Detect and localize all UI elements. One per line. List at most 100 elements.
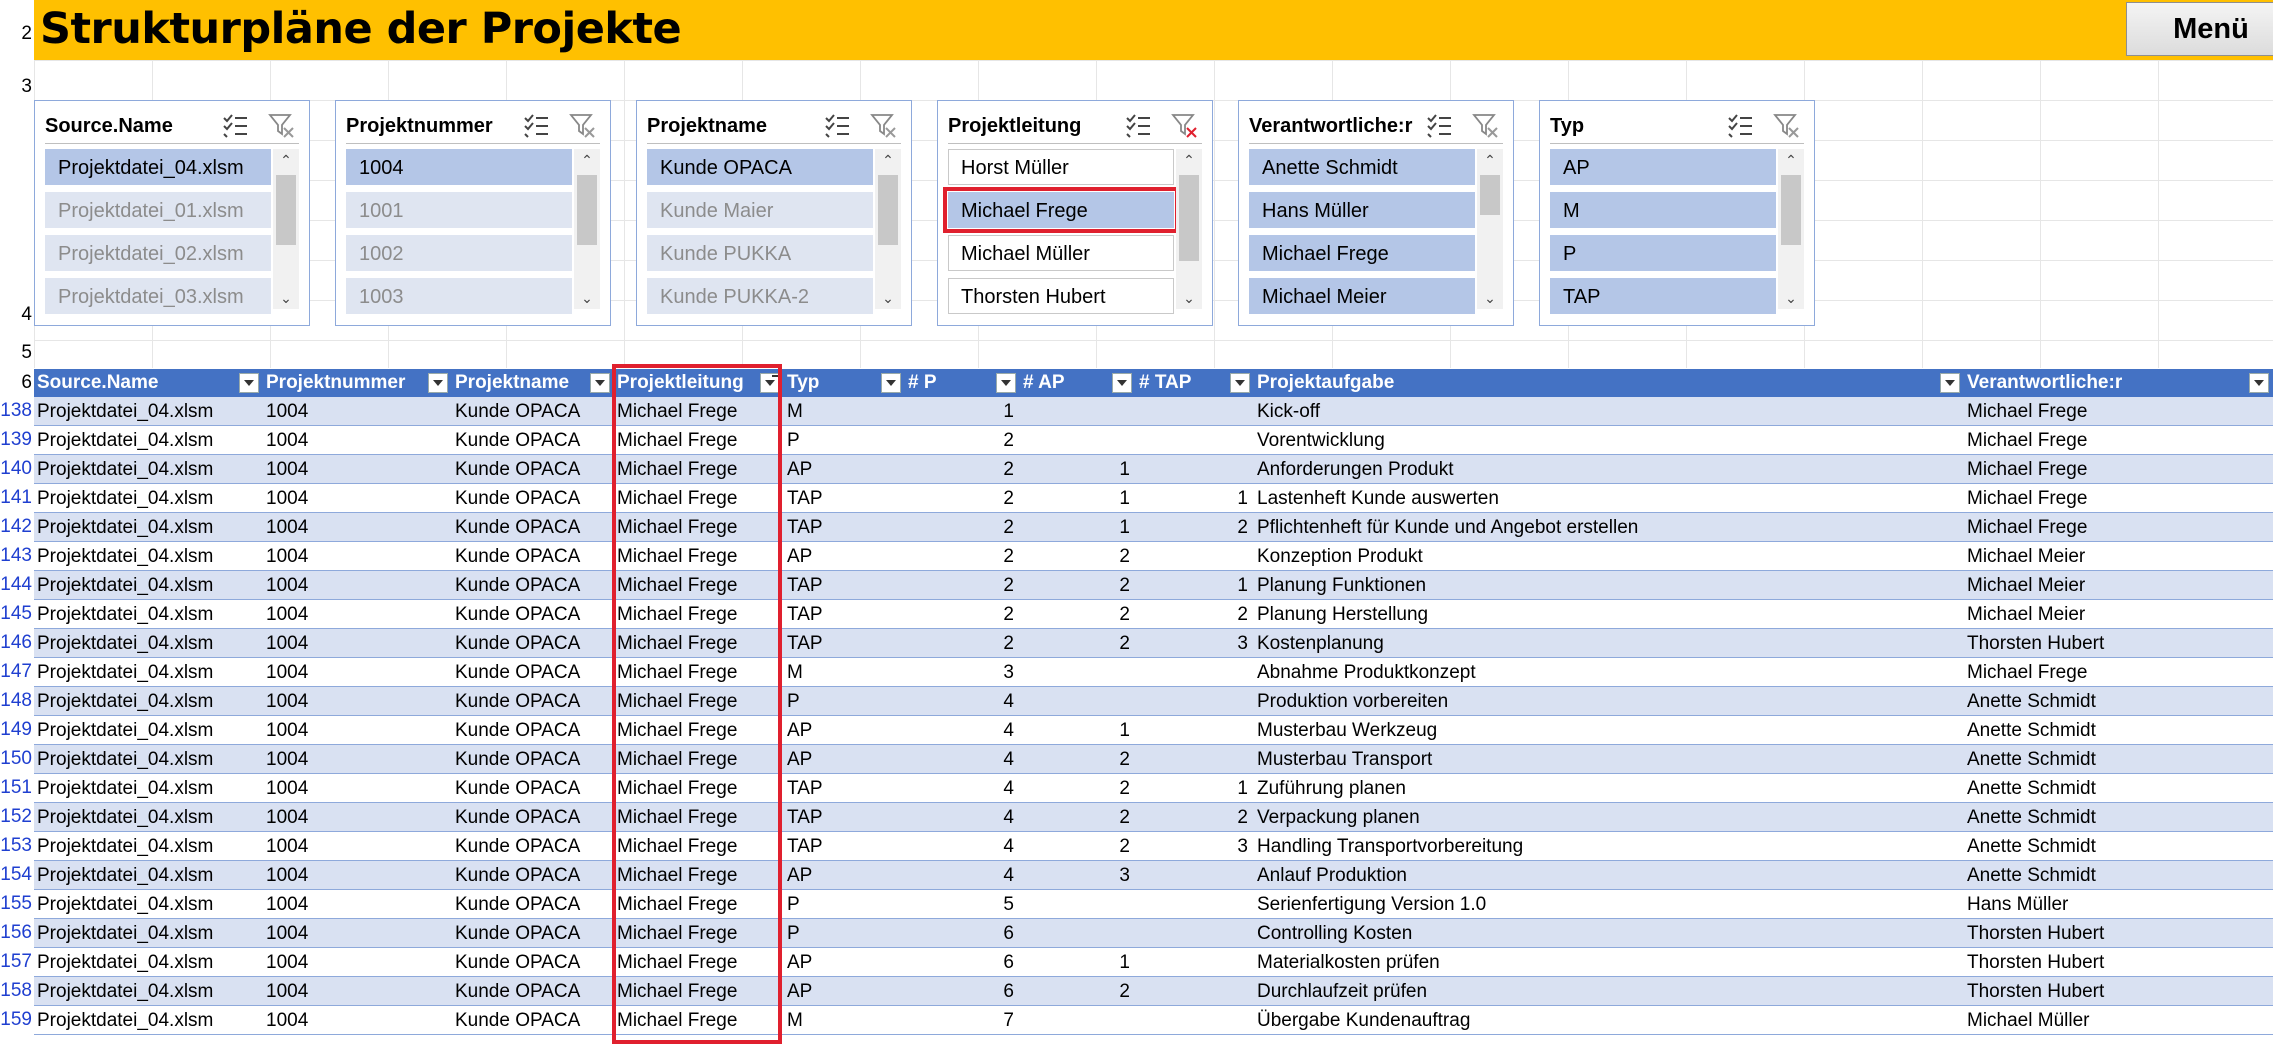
slicer-item[interactable]: Horst Müller xyxy=(948,149,1174,185)
table-cell-p[interactable]: 4 xyxy=(905,832,1020,861)
table-cell-resp[interactable]: Thorsten Hubert xyxy=(1964,977,2273,1006)
table-cell-pl[interactable]: Michael Frege xyxy=(614,687,784,716)
table-cell-src[interactable]: Projektdatei_04.xlsm xyxy=(34,513,263,542)
table-cell-tap[interactable]: 2 xyxy=(1136,513,1254,542)
table-cell-p[interactable]: 4 xyxy=(905,803,1020,832)
table-cell-resp[interactable]: Michael Meier xyxy=(1964,542,2273,571)
slicer-item[interactable]: Michael Frege xyxy=(1249,235,1475,271)
row-number[interactable]: 141 xyxy=(0,487,32,509)
table-cell-task[interactable]: Planung Herstellung xyxy=(1254,600,1964,629)
table-cell-ap[interactable]: 2 xyxy=(1020,832,1136,861)
filter-dropdown-icon[interactable] xyxy=(2249,373,2269,393)
table-row[interactable]: Projektdatei_04.xlsm 1004 Kunde OPACA Micha… xyxy=(34,397,2273,426)
table-cell-nr[interactable]: 1004 xyxy=(263,571,452,600)
scroll-thumb[interactable] xyxy=(577,175,597,245)
filter-dropdown-icon[interactable] xyxy=(428,373,448,393)
slicer-scrollbar[interactable]: ⌃ ⌄ xyxy=(875,149,901,309)
table-cell-src[interactable]: Projektdatei_04.xlsm xyxy=(34,716,263,745)
table-cell-p[interactable]: 6 xyxy=(905,919,1020,948)
row-number[interactable]: 143 xyxy=(0,545,32,567)
row-number[interactable]: 148 xyxy=(0,690,32,712)
scroll-up-icon[interactable]: ⌃ xyxy=(875,149,901,171)
scroll-thumb[interactable] xyxy=(1179,175,1199,261)
table-cell-name[interactable]: Kunde OPACA xyxy=(452,1006,614,1035)
table-cell-name[interactable]: Kunde OPACA xyxy=(452,948,614,977)
slicer-source-name[interactable]: Source.Name Projektdatei_04.xlsm Projektda… xyxy=(34,100,310,326)
table-cell-typ[interactable]: P xyxy=(784,426,905,455)
scroll-down-icon[interactable]: ⌄ xyxy=(1778,287,1804,309)
table-cell-p[interactable]: 2 xyxy=(905,513,1020,542)
table-cell-p[interactable]: 1 xyxy=(905,397,1020,426)
table-cell-nr[interactable]: 1004 xyxy=(263,948,452,977)
table-cell-typ[interactable]: AP xyxy=(784,716,905,745)
table-cell-p[interactable]: 2 xyxy=(905,455,1020,484)
table-cell-nr[interactable]: 1004 xyxy=(263,861,452,890)
table-cell-ap[interactable] xyxy=(1020,687,1136,716)
table-cell-nr[interactable]: 1004 xyxy=(263,629,452,658)
table-cell-name[interactable]: Kunde OPACA xyxy=(452,716,614,745)
table-cell-name[interactable]: Kunde OPACA xyxy=(452,745,614,774)
filter-dropdown-icon[interactable] xyxy=(590,373,610,393)
table-cell-resp[interactable]: Anette Schmidt xyxy=(1964,745,2273,774)
table-cell-src[interactable]: Projektdatei_04.xlsm xyxy=(34,1006,263,1035)
table-cell-resp[interactable]: Hans Müller xyxy=(1964,890,2273,919)
table-cell-name[interactable]: Kunde OPACA xyxy=(452,426,614,455)
slicer-item[interactable]: Thorsten Hubert xyxy=(948,278,1174,314)
row-number[interactable]: 150 xyxy=(0,748,32,770)
table-cell-ap[interactable]: 1 xyxy=(1020,716,1136,745)
table-cell-pl[interactable]: Michael Frege xyxy=(614,571,784,600)
table-cell-tap[interactable] xyxy=(1136,658,1254,687)
table-cell-task[interactable]: Abnahme Produktkonzept xyxy=(1254,658,1964,687)
table-cell-src[interactable]: Projektdatei_04.xlsm xyxy=(34,658,263,687)
table-cell-nr[interactable]: 1004 xyxy=(263,513,452,542)
table-cell-tap[interactable] xyxy=(1136,948,1254,977)
table-cell-tap[interactable] xyxy=(1136,890,1254,919)
slicer-scrollbar[interactable]: ⌃ ⌄ xyxy=(1176,149,1202,309)
table-cell-ap[interactable]: 1 xyxy=(1020,948,1136,977)
multi-select-icon[interactable] xyxy=(1726,111,1754,139)
slicer-item[interactable]: Michael Müller xyxy=(948,235,1174,271)
row-number[interactable]: 151 xyxy=(0,777,32,799)
filter-dropdown-icon[interactable] xyxy=(881,373,901,393)
table-cell-resp[interactable]: Michael Meier xyxy=(1964,600,2273,629)
table-cell-typ[interactable]: TAP xyxy=(784,513,905,542)
table-cell-task[interactable]: Controlling Kosten xyxy=(1254,919,1964,948)
table-cell-pl[interactable]: Michael Frege xyxy=(614,803,784,832)
table-cell-typ[interactable]: AP xyxy=(784,861,905,890)
table-cell-src[interactable]: Projektdatei_04.xlsm xyxy=(34,832,263,861)
slicer-projektnummer[interactable]: Projektnummer 1004 1001 1002 1003 ⌃ ⌄ xyxy=(335,100,611,326)
scroll-down-icon[interactable]: ⌄ xyxy=(574,287,600,309)
table-cell-tap[interactable] xyxy=(1136,687,1254,716)
table-cell-src[interactable]: Projektdatei_04.xlsm xyxy=(34,861,263,890)
table-cell-ap[interactable] xyxy=(1020,919,1136,948)
table-cell-resp[interactable]: Michael Müller xyxy=(1964,1006,2273,1035)
table-cell-p[interactable]: 6 xyxy=(905,977,1020,1006)
table-cell-p[interactable]: 2 xyxy=(905,426,1020,455)
table-cell-pl[interactable]: Michael Frege xyxy=(614,919,784,948)
clear-filter-icon[interactable] xyxy=(267,111,295,139)
table-row[interactable]: Projektdatei_04.xlsm 1004 Kunde OPACA Micha… xyxy=(34,745,2273,774)
table-cell-ap[interactable] xyxy=(1020,426,1136,455)
table-cell-resp[interactable]: Anette Schmidt xyxy=(1964,716,2273,745)
filter-dropdown-icon[interactable] xyxy=(1230,373,1250,393)
table-row[interactable]: Projektdatei_04.xlsm 1004 Kunde OPACA Micha… xyxy=(34,426,2273,455)
table-cell-src[interactable]: Projektdatei_04.xlsm xyxy=(34,919,263,948)
row-number[interactable]: 156 xyxy=(0,922,32,944)
table-cell-name[interactable]: Kunde OPACA xyxy=(452,890,614,919)
table-cell-pl[interactable]: Michael Frege xyxy=(614,745,784,774)
slicer-item[interactable]: 1003 xyxy=(346,278,572,314)
table-cell-typ[interactable]: AP xyxy=(784,455,905,484)
table-cell-ap[interactable]: 1 xyxy=(1020,513,1136,542)
table-cell-p[interactable]: 2 xyxy=(905,600,1020,629)
scroll-up-icon[interactable]: ⌃ xyxy=(1477,149,1503,171)
table-cell-src[interactable]: Projektdatei_04.xlsm xyxy=(34,600,263,629)
table-cell-typ[interactable]: P xyxy=(784,687,905,716)
table-cell-name[interactable]: Kunde OPACA xyxy=(452,629,614,658)
table-cell-task[interactable]: Kostenplanung xyxy=(1254,629,1964,658)
table-cell-p[interactable]: 2 xyxy=(905,571,1020,600)
table-cell-resp[interactable]: Thorsten Hubert xyxy=(1964,919,2273,948)
table-cell-src[interactable]: Projektdatei_04.xlsm xyxy=(34,687,263,716)
table-cell-pl[interactable]: Michael Frege xyxy=(614,426,784,455)
table-cell-task[interactable]: Durchlaufzeit prüfen xyxy=(1254,977,1964,1006)
row-number[interactable]: 2 xyxy=(0,23,32,45)
